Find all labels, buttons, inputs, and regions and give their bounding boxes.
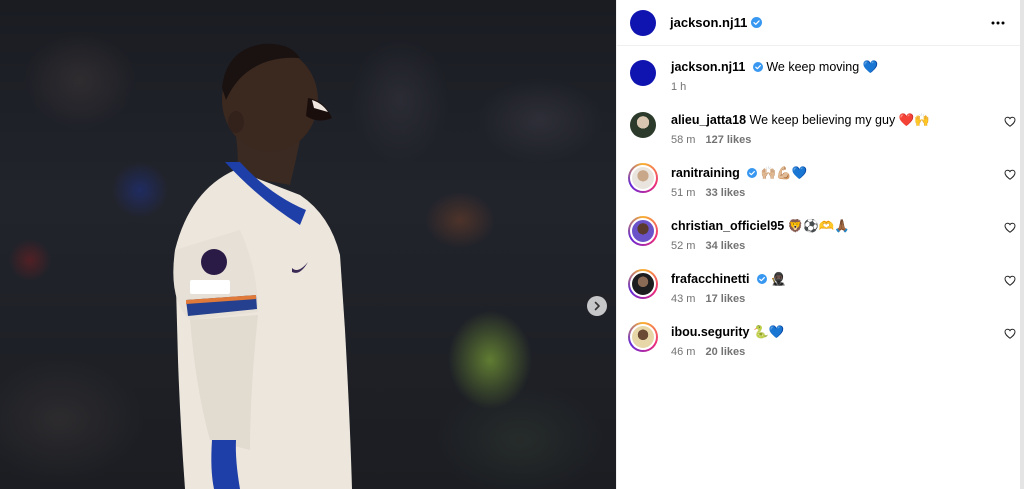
comment-username[interactable]: alieu_jatta18 (671, 113, 746, 127)
commenter-avatar[interactable] (628, 163, 658, 193)
comment-text: 🙌🏼💪🏼💙 (760, 166, 808, 180)
commenter-avatar[interactable] (628, 216, 658, 246)
more-options-button[interactable] (990, 15, 1006, 31)
heart-outline-icon[interactable] (1004, 275, 1016, 286)
post-header: jackson.nj11 (617, 0, 1020, 46)
caption-author-username[interactable]: jackson.nj11 (671, 60, 745, 74)
author-username[interactable]: jackson.nj11 (670, 15, 747, 30)
comment-username[interactable]: christian_officiel95 (671, 219, 784, 233)
comment-text: We keep believing my guy ❤️🙌 (749, 113, 930, 127)
verified-badge-icon (752, 62, 763, 72)
comment-item: ibou.segurity 🐍💙 46 m 20 likes (628, 322, 1016, 358)
comment-username[interactable]: ranitraining (671, 166, 740, 180)
chevron-right-icon (594, 301, 600, 311)
more-options-icon (991, 21, 1005, 24)
comment-timestamp[interactable]: 43 m (671, 293, 695, 305)
heart-outline-icon[interactable] (1004, 116, 1016, 127)
post-details-panel: jackson.nj11 jackson.nj11 We keep moving… (616, 0, 1020, 489)
comment-likes[interactable]: 17 likes (705, 293, 745, 305)
comment-likes[interactable]: 34 likes (705, 240, 745, 252)
comment-item: ranitraining 🙌🏼💪🏼💙 51 m 33 likes (628, 163, 1016, 199)
comment-username[interactable]: ibou.segurity (671, 325, 749, 339)
comment-text: 🥷🏿 (770, 272, 787, 286)
comment-timestamp[interactable]: 46 m (671, 346, 695, 358)
comment-likes[interactable]: 127 likes (705, 134, 751, 146)
caption-timestamp[interactable]: 1 h (671, 81, 686, 93)
caption-text: We keep moving 💙 (766, 60, 879, 74)
comment-timestamp[interactable]: 52 m (671, 240, 695, 252)
comment-text: 🦁⚽️🫶🙏🏾 (787, 219, 850, 233)
comment-timestamp[interactable]: 51 m (671, 187, 695, 199)
commenter-avatar[interactable] (628, 322, 658, 352)
comment-likes[interactable]: 33 likes (705, 187, 745, 199)
verified-badge-icon (751, 17, 763, 28)
post-caption: jackson.nj11 We keep moving 💙 1 h (630, 59, 878, 93)
heart-outline-icon[interactable] (1004, 328, 1016, 339)
heart-outline-icon[interactable] (1004, 169, 1016, 180)
comment-item: alieu_jatta18 We keep believing my guy ❤… (630, 112, 1016, 146)
scrollbar[interactable] (1020, 0, 1024, 489)
commenter-avatar[interactable] (630, 112, 656, 138)
player-figure (173, 43, 352, 489)
comment-text: 🐍💙 (752, 325, 785, 339)
post-image[interactable] (0, 0, 616, 489)
heart-outline-icon[interactable] (1004, 222, 1016, 233)
author-avatar[interactable] (630, 9, 656, 36)
comment-item: christian_officiel95 🦁⚽️🫶🙏🏾 52 m 34 likes (628, 216, 1016, 252)
verified-badge-icon (756, 274, 767, 284)
caption-author-avatar[interactable] (630, 60, 656, 86)
comment-item: frafacchinetti 🥷🏿 43 m 17 likes (628, 269, 1016, 305)
commenter-avatar[interactable] (628, 269, 658, 299)
next-image-button[interactable] (587, 296, 607, 316)
comment-timestamp[interactable]: 58 m (671, 134, 695, 146)
verified-badge-icon (747, 168, 758, 178)
comment-likes[interactable]: 20 likes (705, 346, 745, 358)
comment-username[interactable]: frafacchinetti (671, 272, 750, 286)
